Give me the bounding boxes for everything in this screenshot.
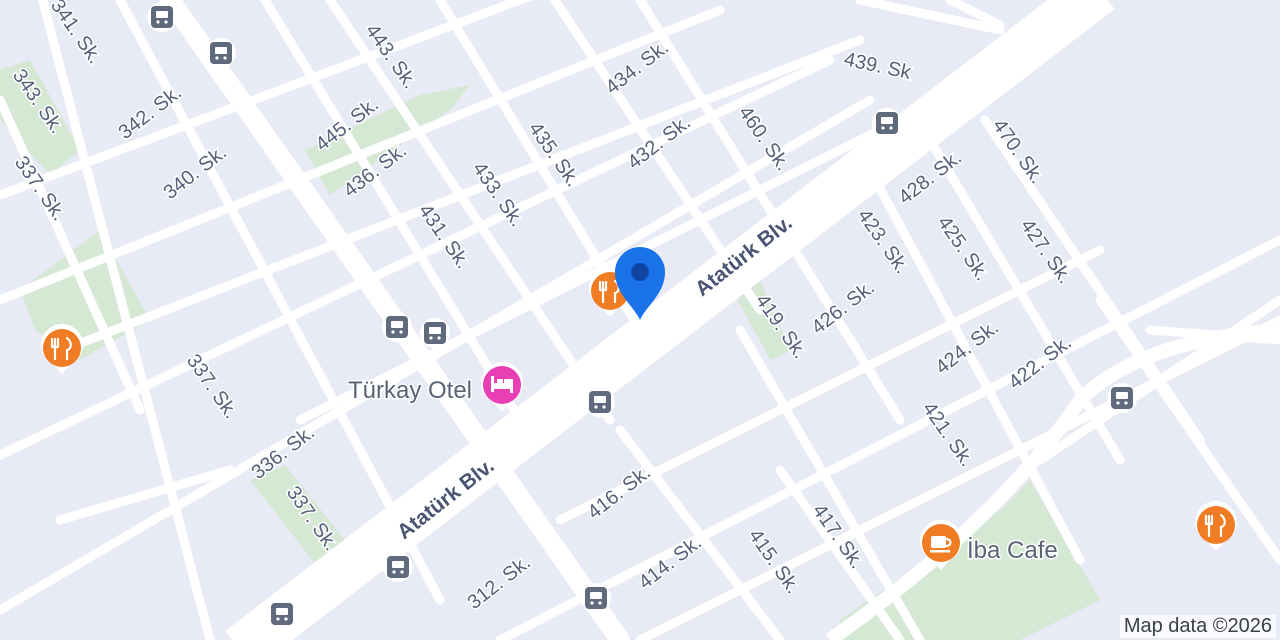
restaurant-icon[interactable] bbox=[41, 324, 83, 374]
street-label: 416. Sk. bbox=[584, 461, 655, 524]
bus-stop-icon[interactable] bbox=[267, 599, 297, 629]
bus-stop-icon[interactable] bbox=[872, 108, 902, 138]
restaurant-icon[interactable] bbox=[1195, 501, 1237, 551]
map-view[interactable]: 341. Sk. 343. Sk. 342. Sk. 337. Sk. 340.… bbox=[0, 0, 1280, 640]
bus-stop-icon[interactable] bbox=[383, 552, 413, 582]
map-attribution[interactable]: Map data ©2026 bbox=[1119, 615, 1276, 638]
bus-stop-icon[interactable] bbox=[420, 318, 450, 348]
street-label: 312. Sk. bbox=[464, 551, 535, 614]
bus-stop-icon[interactable] bbox=[147, 2, 177, 32]
hotel-bed-icon bbox=[481, 362, 523, 412]
bus-stop-icon[interactable] bbox=[1107, 383, 1137, 413]
street-label: 337. Sk. bbox=[182, 350, 242, 423]
street-label: 439. Sk bbox=[842, 48, 914, 84]
cafe-label: İba Cafe bbox=[967, 537, 1058, 564]
bus-stop-icon[interactable] bbox=[382, 312, 412, 342]
bus-stop-icon[interactable] bbox=[206, 38, 236, 68]
bus-stop-icon[interactable] bbox=[581, 583, 611, 613]
map-canvas[interactable]: 341. Sk. 343. Sk. 342. Sk. 337. Sk. 340.… bbox=[0, 0, 1280, 640]
bus-stop-icon[interactable] bbox=[585, 387, 615, 417]
hotel-label: Türkay Otel bbox=[348, 377, 472, 404]
